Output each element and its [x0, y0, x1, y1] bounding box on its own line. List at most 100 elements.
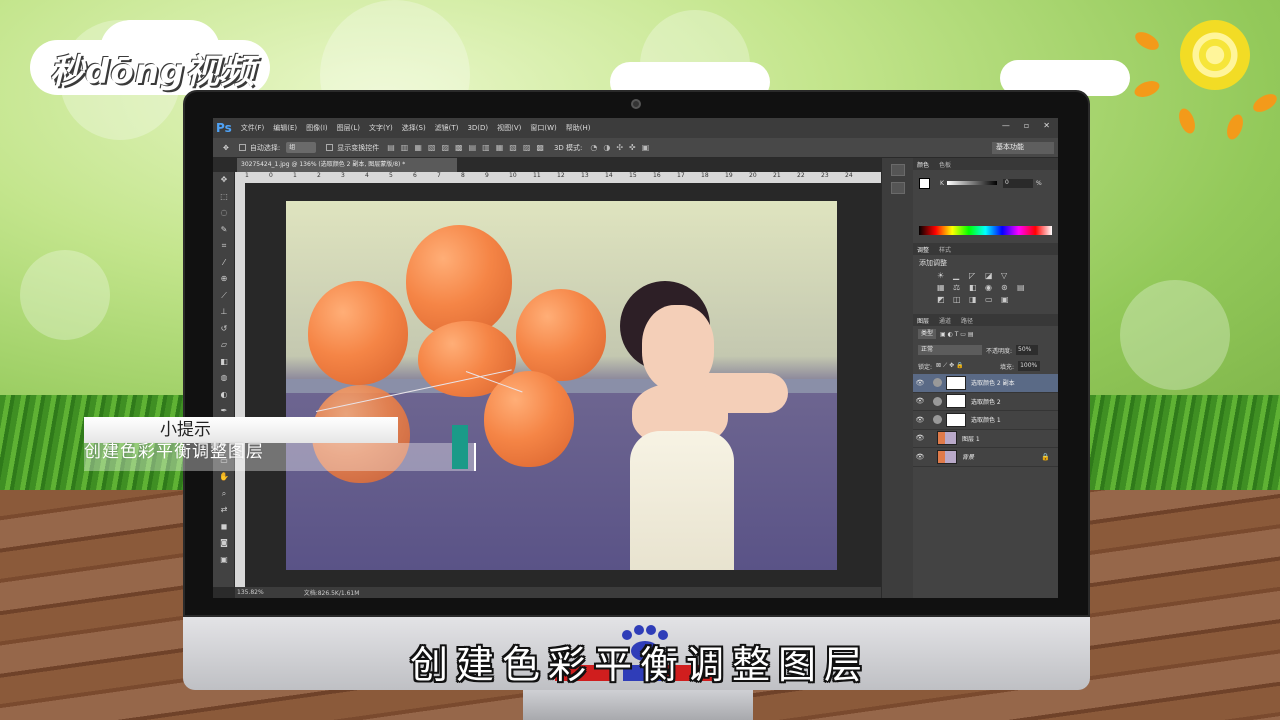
menu-edit[interactable]: 编辑(E): [273, 123, 297, 133]
show-transform-checkbox[interactable]: [326, 144, 334, 151]
tab-channels[interactable]: 通道: [939, 316, 951, 325]
hand-tool[interactable]: ✋: [213, 469, 235, 486]
lasso-tool[interactable]: ◌: [213, 205, 235, 222]
curves-icon[interactable]: ◸: [969, 271, 985, 280]
filter-icons[interactable]: ▣ ◐ T ▭ ▤: [940, 331, 974, 338]
tab-layers[interactable]: 图层: [917, 316, 929, 325]
tab-styles[interactable]: 样式: [939, 245, 951, 254]
brush-tool[interactable]: ⟋: [213, 288, 235, 305]
tab-color[interactable]: 颜色: [917, 160, 929, 169]
auto-select-dropdown[interactable]: 组: [286, 142, 317, 153]
black-white-icon[interactable]: ◧: [969, 283, 985, 292]
stamp-tool[interactable]: ⊥: [213, 304, 235, 321]
quick-mask-icon[interactable]: ◙: [213, 535, 235, 552]
fill-field[interactable]: 100%: [1018, 361, 1041, 371]
selective-color-icon[interactable]: ▣: [1001, 295, 1017, 304]
color-balance-icon[interactable]: ⚖: [953, 283, 969, 292]
brightness-icon[interactable]: ☀: [937, 271, 953, 280]
eyedropper-tool[interactable]: ⁄: [213, 255, 235, 272]
menu-help[interactable]: 帮助(H): [566, 123, 591, 133]
minimize-button[interactable]: —: [1002, 121, 1010, 130]
layer-name[interactable]: 选取颜色 2: [971, 397, 1001, 406]
gradient-tool[interactable]: ◧: [213, 354, 235, 371]
visibility-eye-icon[interactable]: 👁: [913, 453, 927, 461]
menu-layer[interactable]: 图层(L): [337, 123, 360, 133]
exposure-icon[interactable]: ◪: [985, 271, 1001, 280]
k-slider[interactable]: [946, 181, 997, 185]
foreground-color-swatch[interactable]: [919, 177, 930, 189]
color-swatches[interactable]: ◼: [213, 519, 235, 536]
k-value-field[interactable]: 0: [1002, 178, 1033, 188]
tab-paths[interactable]: 路径: [961, 316, 973, 325]
photo-filter-icon[interactable]: ◉: [985, 283, 1001, 292]
ruler-horizontal: 1 0 1 2 3 4 5 6 7 8 9 10 11 12 13 14 15 …: [245, 172, 881, 183]
history-panel-icon[interactable]: [890, 164, 905, 176]
layer-mask-thumbnail[interactable]: [946, 375, 966, 390]
layer-row[interactable]: 👁 背景 🔒: [913, 448, 1058, 467]
swap-colors-icon[interactable]: ⇄: [213, 502, 235, 519]
3d-mode-icons[interactable]: ◔◑✣✜▣: [590, 143, 655, 152]
layer-mask-thumbnail[interactable]: [946, 394, 966, 409]
dodge-tool[interactable]: ◐: [213, 387, 235, 404]
quick-select-tool[interactable]: ✎: [213, 222, 235, 239]
document-photo[interactable]: [286, 201, 837, 570]
screen-mode-icon[interactable]: ▣: [213, 552, 235, 569]
healing-tool[interactable]: ⊕: [213, 271, 235, 288]
layer-row[interactable]: 👁 选取颜色 2: [913, 393, 1058, 411]
move-tool-icon[interactable]: ✥: [223, 144, 229, 152]
menu-file[interactable]: 文件(F): [241, 123, 265, 133]
marquee-tool[interactable]: ⬚: [213, 189, 235, 206]
layer-name[interactable]: 选取颜色 2 副本: [971, 378, 1015, 387]
menu-window[interactable]: 窗口(W): [530, 123, 556, 133]
properties-panel-icon[interactable]: [890, 182, 905, 194]
color-spectrum[interactable]: [919, 226, 1052, 235]
zoom-level[interactable]: 135.82%: [237, 589, 264, 596]
menu-type[interactable]: 文字(Y): [369, 123, 393, 133]
layer-thumbnail[interactable]: [937, 431, 957, 446]
visibility-eye-icon[interactable]: 👁: [913, 416, 927, 424]
menu-filter[interactable]: 滤镜(T): [435, 123, 459, 133]
tab-adjustments[interactable]: 调整: [917, 245, 929, 254]
invert-icon[interactable]: ◩: [937, 295, 953, 304]
menu-image[interactable]: 图像(I): [306, 123, 328, 133]
zoom-tool[interactable]: ⌕: [213, 486, 235, 503]
maximize-button[interactable]: ▫: [1024, 121, 1029, 130]
menu-select[interactable]: 选择(S): [402, 123, 426, 133]
eraser-tool[interactable]: ▱: [213, 337, 235, 354]
gradient-map-icon[interactable]: ▭: [985, 295, 1001, 304]
auto-select-checkbox[interactable]: [238, 144, 246, 151]
channel-mixer-icon[interactable]: ⊛: [1001, 283, 1017, 292]
workspace-dropdown[interactable]: 基本功能: [992, 142, 1054, 154]
visibility-eye-icon[interactable]: 👁: [913, 379, 927, 387]
threshold-icon[interactable]: ◨: [969, 295, 985, 304]
layer-thumbnail[interactable]: [937, 449, 957, 464]
layer-filter-dropdown[interactable]: 类型: [918, 329, 937, 339]
menu-3d[interactable]: 3D(D): [467, 124, 488, 132]
history-brush-tool[interactable]: ↺: [213, 321, 235, 338]
layer-name[interactable]: 图层 1: [962, 434, 980, 443]
vibrance-icon[interactable]: ▽: [1001, 271, 1017, 280]
layer-name[interactable]: 背景: [962, 452, 974, 461]
crop-tool[interactable]: ⌗: [213, 238, 235, 255]
blur-tool[interactable]: ◍: [213, 370, 235, 387]
tab-swatches[interactable]: 色板: [939, 160, 951, 169]
color-lookup-icon[interactable]: ▤: [1017, 283, 1033, 292]
close-button[interactable]: ✕: [1043, 121, 1050, 130]
layer-row[interactable]: 👁 选取颜色 1: [913, 411, 1058, 430]
levels-icon[interactable]: ▁: [953, 271, 969, 280]
align-icons[interactable]: ▤▥▦▧▨▩▤▥▦▧▨▩: [387, 143, 550, 152]
posterize-icon[interactable]: ◫: [953, 295, 969, 304]
hue-saturation-icon[interactable]: ▦: [937, 283, 953, 292]
layer-row[interactable]: 👁 图层 1: [913, 430, 1058, 448]
layer-row[interactable]: 👁 选取颜色 2 副本: [913, 374, 1058, 393]
lock-icons[interactable]: ⊠ ⟋ ✥ 🔒: [936, 362, 996, 370]
menu-view[interactable]: 视图(V): [497, 123, 521, 133]
visibility-eye-icon[interactable]: 👁: [913, 397, 927, 405]
move-tool[interactable]: ✥: [213, 172, 235, 189]
layer-name[interactable]: 选取颜色 1: [971, 415, 1001, 424]
document-tab[interactable]: 30275424_1.jpg @ 136% (选取颜色 2 副本, 图层蒙版/8…: [237, 158, 457, 172]
layer-mask-thumbnail[interactable]: [946, 412, 966, 427]
blend-mode-dropdown[interactable]: 正常: [918, 345, 982, 355]
opacity-field[interactable]: 50%: [1016, 345, 1039, 355]
visibility-eye-icon[interactable]: 👁: [913, 434, 927, 442]
